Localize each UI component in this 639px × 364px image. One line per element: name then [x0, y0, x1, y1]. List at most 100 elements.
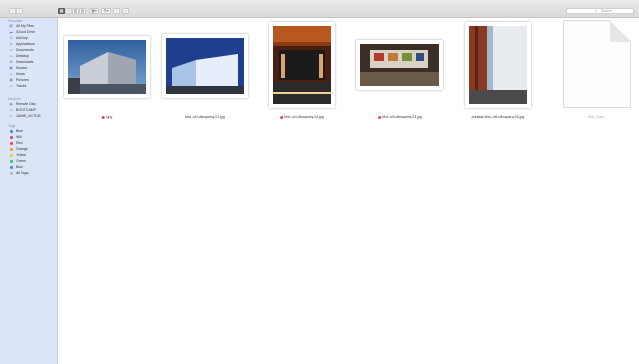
- file-thumbnail[interactable]: [269, 22, 335, 108]
- file-name[interactable]: IMG_Exai...: [588, 115, 606, 119]
- sidebar-item-bootcamp[interactable]: ▭ BOOTCAMP: [9, 108, 56, 113]
- sidebar-item-documents[interactable]: ▭ Documents: [9, 48, 56, 53]
- sidebar-item-airdrop[interactable]: ◎ AirDrop: [9, 36, 56, 41]
- share-button[interactable]: ↑: [113, 8, 120, 14]
- sidebar-item-label: Red: [16, 141, 23, 145]
- airdrop-icon: ◎: [9, 36, 13, 40]
- devices-header: Devices: [8, 97, 21, 101]
- sidebar-item-label: Green: [16, 159, 26, 163]
- sidebar-item-downloads[interactable]: ⊕ Downloads: [9, 60, 56, 65]
- red-tag-icon: [378, 115, 382, 119]
- search-icon: ⌕: [595, 8, 598, 13]
- tag-icon: ○: [124, 8, 127, 13]
- drive-icon: ▭: [9, 114, 13, 118]
- file-name-text: portada-MoL-uN-vlbuquerq-02.jpg: [471, 115, 525, 119]
- columns-icon: ▥: [73, 8, 78, 13]
- sidebar-item-icloud-drive[interactable]: ☁ iCloud Drive: [9, 30, 56, 35]
- documents-icon: ▭: [9, 48, 13, 52]
- file-thumbnail[interactable]: [356, 40, 443, 90]
- file-thumbnail[interactable]: [162, 34, 248, 98]
- sidebar-item-label: Tracks: [16, 84, 27, 88]
- building-photo-thumbnail: [166, 38, 244, 94]
- file-name[interactable]: MoL-uN-vlbuquerq-03.jpg: [378, 115, 422, 119]
- pictures-icon: ▣: [9, 78, 13, 82]
- downloads-icon: ⊕: [9, 60, 13, 64]
- file-name-text: MoL-uN-vlbuquerq-04.jpg: [284, 115, 324, 119]
- file-thumbnail[interactable]: [465, 22, 531, 108]
- file-name[interactable]: MoL-uN-vlbuquerq-01.jpg: [185, 115, 225, 119]
- finder-window: ‹ › ▦ ≡ ▥ ▤ ▦▾ ⚙▾ ↑ ○ ⌕ Search Favorites…: [0, 0, 639, 364]
- building-photo-image: [166, 38, 244, 94]
- document-fold-icon: [610, 20, 631, 42]
- tag-dot-icon: [10, 148, 13, 151]
- facade-photo-image: [469, 26, 527, 104]
- tag-dot-icon: [10, 172, 13, 175]
- interior-photo-image: [273, 26, 331, 104]
- list-view-button[interactable]: ≡: [65, 8, 72, 14]
- gallery-photo-thumbnail: [360, 44, 439, 86]
- sidebar-tag-green[interactable]: Green: [9, 159, 56, 164]
- file-name-text: I.jpg: [105, 115, 113, 119]
- sidebar-item-label: Pictures: [16, 78, 29, 82]
- sidebar-item-music[interactable]: ♫ Music: [9, 72, 56, 77]
- share-icon: ↑: [115, 8, 118, 13]
- column-view-button[interactable]: ▥: [72, 8, 79, 14]
- sidebar-item-tracks[interactable]: ▭ Tracks: [9, 84, 56, 89]
- gallery-view-button[interactable]: ▤: [79, 8, 86, 14]
- sidebar-item-all-my-files[interactable]: ▤ All My Files: [9, 24, 56, 29]
- facade-photo-thumbnail: [469, 26, 527, 104]
- drive-icon: ▭: [9, 108, 13, 112]
- action-button[interactable]: ⚙▾: [101, 8, 111, 14]
- red-tag-icon: [101, 115, 105, 119]
- back-button[interactable]: ‹: [9, 8, 16, 14]
- sidebar-item-label: All My Files: [16, 24, 34, 28]
- sidebar-tag-blue[interactable]: Blue: [9, 129, 56, 134]
- icon-view-button[interactable]: ▦: [58, 8, 65, 14]
- file-name[interactable]: MoL-uN-vlbuquerq-04.jpg: [280, 115, 324, 119]
- sidebar-item-label: Yellow: [16, 153, 26, 157]
- sidebar-item-movies[interactable]: ▣ Movies: [9, 66, 56, 71]
- tag-dot-icon: [10, 154, 13, 157]
- sidebar-item-label: Applications: [16, 42, 35, 46]
- sidebar-tag-will[interactable]: Will: [9, 135, 56, 140]
- sidebar-item-pictures[interactable]: ▣ Pictures: [9, 78, 56, 83]
- file-name-text: MoL-uN-vlbuquerq-03.jpg: [382, 115, 422, 119]
- forward-button[interactable]: ›: [16, 8, 23, 14]
- interior-photo-thumbnail: [273, 26, 331, 104]
- music-icon: ♫: [9, 72, 13, 76]
- sidebar-item-desktop[interactable]: ▭ Desktop: [9, 54, 56, 59]
- grid-icon: ▦: [59, 8, 64, 13]
- file-thumbnail[interactable]: [64, 36, 150, 98]
- building-photo-thumbnail: [68, 40, 146, 94]
- sidebar-item-applications[interactable]: A Applications: [9, 42, 56, 47]
- file-name-text: MoL-uN-vlbuquerq-01.jpg: [185, 115, 225, 119]
- tag-dot-icon: [10, 130, 13, 133]
- file-name-text: IMG_Exai...: [587, 115, 607, 119]
- sidebar-tag-orange[interactable]: Orange: [9, 147, 56, 152]
- list-icon: ≡: [67, 8, 70, 13]
- sidebar-item-label: Documents: [16, 48, 34, 52]
- search-field[interactable]: ⌕ Search: [566, 8, 634, 14]
- tags-header: Tags: [8, 124, 16, 128]
- sidebar-item-label: Downloads: [16, 60, 34, 64]
- sidebar-item-label: AirDrop: [16, 36, 28, 40]
- sidebar-item-jamie-active[interactable]: ▭JAMIE_ACTIVE⏏: [9, 114, 62, 119]
- sidebar-item-label: BOOTCAMP: [16, 108, 37, 112]
- sidebar-tag-all-tags[interactable]: All Tags...: [9, 171, 56, 176]
- sidebar-item-label: Blue: [16, 165, 24, 169]
- sidebar-tag-red[interactable]: Red: [9, 141, 56, 146]
- sidebar-item-label: iCloud Drive: [16, 30, 36, 34]
- sidebar-tag-yellow[interactable]: Yellow: [9, 153, 56, 158]
- arrange-button[interactable]: ▦▾: [89, 8, 99, 14]
- file-name[interactable]: I.jpg: [101, 115, 113, 119]
- sidebar-tag-blue-2[interactable]: Blue: [9, 165, 56, 170]
- sidebar: Favorites ▤ All My Files ☁ iCloud Drive ◎ A…: [0, 18, 62, 364]
- tag-dot-icon: [10, 136, 13, 139]
- sidebar-item-remote-disc[interactable]: ◉ Remote Disc: [9, 102, 56, 107]
- folder-icon: ▭: [9, 84, 13, 88]
- gallery-icon: ▤: [80, 8, 85, 13]
- file-name[interactable]: portada-MoL-uN-vlbuquerq-02.jpg: [472, 115, 525, 119]
- tags-button[interactable]: ○: [122, 8, 129, 14]
- sidebar-item-label: All Tags...: [16, 171, 32, 175]
- file-grid: I.jpg MoL-uN-vlbuquerq-01.jpg MoL-uN-vlb…: [58, 18, 639, 364]
